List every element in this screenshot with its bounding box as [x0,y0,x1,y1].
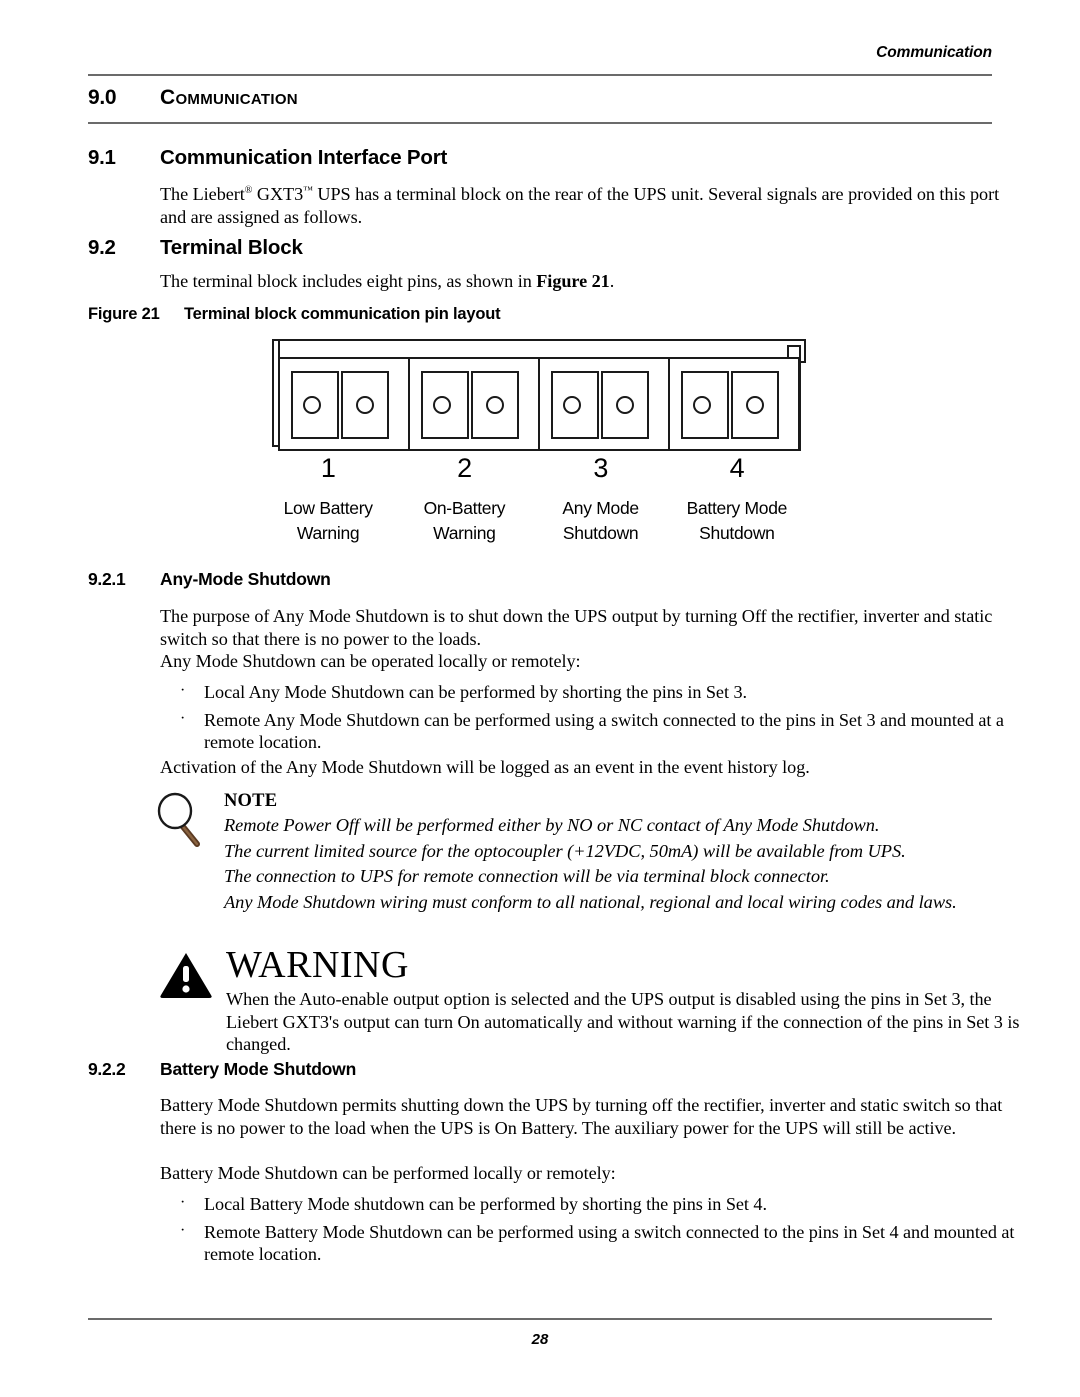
section-9-2-2-paragraph-1: Battery Mode Shutdown permits shutting d… [160,1095,1003,1138]
list-item: · Remote Battery Mode Shutdown can be pe… [176,1221,1021,1266]
warning-block: WARNING When the Auto-enable output opti… [158,944,1028,1056]
bullet-dot-icon: · [180,1221,186,1239]
footer-rule [88,1318,992,1320]
pin-set-numbers: 1 2 3 4 [260,452,805,484]
terminal-block-drawing [272,339,806,451]
pin-set-label-2-line1: On-Battery [423,498,506,518]
pin-set-number-4: 4 [729,453,745,483]
chapter-rule [88,122,992,124]
list-item-text: Local Any Mode Shutdown can be performed… [204,682,747,702]
note-title: NOTE [224,791,278,811]
list-item-text: Remote Any Mode Shutdown can be performe… [204,709,1004,753]
section-9-1-number: 9.1 [88,146,116,169]
document-page: Communication 9.0 Communication 9.1 Comm… [0,0,1080,1397]
section-heading-9-1: 9.1 Communication Interface Port [88,146,992,170]
terminal-block-figure: 1 2 3 4 Low Battery Warning On-Battery W… [260,334,830,559]
pin-set-label-1: Low Battery Warning [260,496,396,546]
section-9-2-1-paragraph-3: Activation of the Any Mode Shutdown will… [160,757,810,777]
pin-set-label-1-line1: Low Battery [283,498,373,518]
section-heading-9-2: 9.2 Terminal Block [88,236,992,260]
section-9-2-1-bullet-list: · Local Any Mode Shutdown can be perform… [176,681,1021,754]
section-9-2-2-number: 9.2.2 [88,1059,126,1079]
pin-set-label-2: On-Battery Warning [396,496,532,546]
section-9-2-title: Terminal Block [160,236,303,259]
chapter-title: Communication [160,86,298,109]
section-9-1-title: Communication Interface Port [160,146,448,169]
section-9-2-paragraph-a: The terminal block includes eight pins, … [160,271,537,291]
liebert-text: The Liebert [160,184,245,205]
section-9-2-1-paragraph-1: The purpose of Any Mode Shutdown is to s… [160,606,993,649]
pin-set-label-3-line2: Shutdown [562,523,639,543]
bullet-dot-icon: · [180,682,186,699]
figure-caption: Figure 21 Terminal block communication pi… [88,305,501,324]
pin-set-label-3: Any Mode Shutdown [533,496,669,546]
warning-body: WARNING When the Auto-enable output opti… [226,944,1028,1056]
trademark-mark: ™ [303,185,313,196]
pin-set-label-4-line2: Shutdown [699,523,775,543]
page-number: 28 [531,1331,549,1348]
pin-set-labels: Low Battery Warning On-Battery Warning A… [260,496,805,546]
warning-title: WARNING [226,944,409,986]
warning-text: When the Auto-enable output option is se… [226,989,1020,1054]
figure-caption-number: Figure 21 [88,305,160,323]
pin-set-label-1-line2: Warning [296,523,360,543]
list-item: · Remote Any Mode Shutdown can be perfor… [176,709,1021,754]
note-block: NOTE Remote Power Off will be performed … [156,790,1026,915]
pin-set-label-3-line1: Any Mode [562,498,639,518]
note-line-3: The connection to UPS for remote connect… [224,866,830,886]
section-9-1-paragraph: The Liebert® GXT3™ UPS has a terminal bl… [160,180,1020,228]
section-9-2-2-bullet-list: · Local Battery Mode shutdown can be per… [176,1193,1021,1266]
pin-set-label-4-line1: Battery Mode [686,498,788,518]
note-line-4: Any Mode Shutdown wiring must conform to… [224,891,957,912]
list-item-text: Remote Battery Mode Shutdown can be perf… [204,1221,1015,1265]
bullet-dot-icon: · [180,709,186,727]
figure-reference: Figure 21 [536,271,610,291]
section-9-2-number: 9.2 [88,236,116,259]
section-9-2-2-title: Battery Mode Shutdown [160,1059,357,1079]
running-header: Communication [88,44,992,68]
section-heading-9-2-2: 9.2.2 Battery Mode Shutdown [88,1059,992,1080]
section-9-2-2-paragraph-2: Battery Mode Shutdown can be performed l… [160,1163,616,1183]
chapter-heading: 9.0 Communication [88,86,992,110]
note-body: NOTE Remote Power Off will be performed … [224,790,1026,915]
running-header-title: Communication [876,44,992,61]
list-item-text: Local Battery Mode shutdown can be perfo… [204,1194,767,1214]
section-heading-9-2-1: 9.2.1 Any-Mode Shutdown [88,569,992,590]
header-rule [88,74,992,76]
chapter-number: 9.0 [88,86,117,109]
section-9-2-1-paragraph-2: Any Mode Shutdown can be operated locall… [160,651,581,671]
magnifier-icon [157,792,200,847]
figure-caption-title: Terminal block communication pin layout [184,305,501,323]
pin-set-number-3: 3 [593,453,608,483]
warning-triangle-icon [160,953,212,998]
pin-set-number-2: 2 [457,453,472,483]
pin-set-label-2-line2: Warning [433,523,496,543]
section-9-2-paragraph: The terminal block includes eight pins, … [160,270,1020,293]
section-9-2-paragraph-c: . [609,271,615,291]
list-item: · Local Battery Mode shutdown can be per… [176,1193,1021,1216]
list-item: · Local Any Mode Shutdown can be perform… [176,681,1021,704]
bullet-dot-icon: · [180,1194,186,1211]
section-9-2-1-title: Any-Mode Shutdown [160,569,331,589]
note-line-2: The current limited source for the optoc… [224,840,906,861]
note-line-1: Remote Power Off will be performed eithe… [224,815,880,835]
pin-set-number-1: 1 [320,453,336,483]
pin-set-label-4: Battery Mode Shutdown [669,496,805,546]
section-9-2-1-number: 9.2.1 [88,569,126,589]
gxt3-text: GXT3 [252,184,304,205]
